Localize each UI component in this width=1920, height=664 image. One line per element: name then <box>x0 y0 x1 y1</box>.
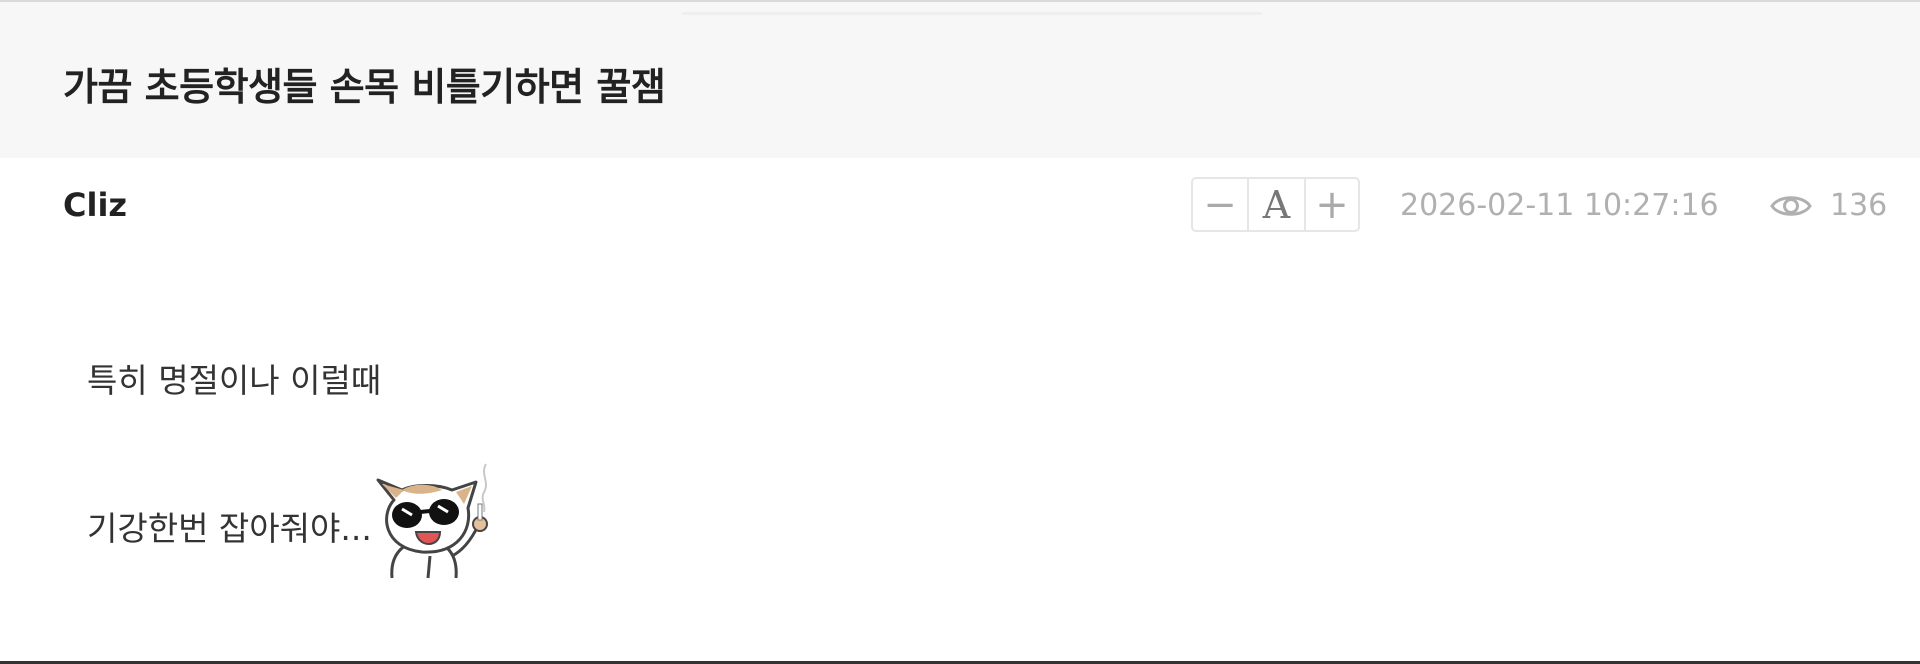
post-title: 가끔 초등학생들 손목 비틀기하면 꿀잼 <box>63 65 666 109</box>
author-name[interactable]: Cliz <box>63 186 127 224</box>
view-count-value: 136 <box>1830 188 1888 223</box>
font-decrease-button[interactable]: − <box>1193 179 1247 230</box>
post-page: 가끔 초등학생들 손목 비틀기하면 꿀잼 Cliz − A + 2026-02-… <box>0 0 1920 664</box>
tab-indicator <box>682 12 1262 15</box>
post-title-bar: 가끔 초등학생들 손목 비틀기하면 꿀잼 <box>0 2 1920 158</box>
post-datetime: 2026-02-11 10:27:16 <box>1400 188 1719 223</box>
eye-icon <box>1770 195 1812 216</box>
font-increase-button[interactable]: + <box>1306 179 1358 230</box>
view-count: 136 <box>1770 188 1887 223</box>
cat-sunglasses-sticker <box>376 463 488 579</box>
font-reset-button[interactable]: A <box>1247 179 1306 230</box>
post-body-line: 특히 명절이나 이럴때 <box>87 361 382 400</box>
post-body-line: 기강한번 잡아줘야... <box>87 509 372 548</box>
font-size-controls: − A + <box>1191 177 1360 232</box>
